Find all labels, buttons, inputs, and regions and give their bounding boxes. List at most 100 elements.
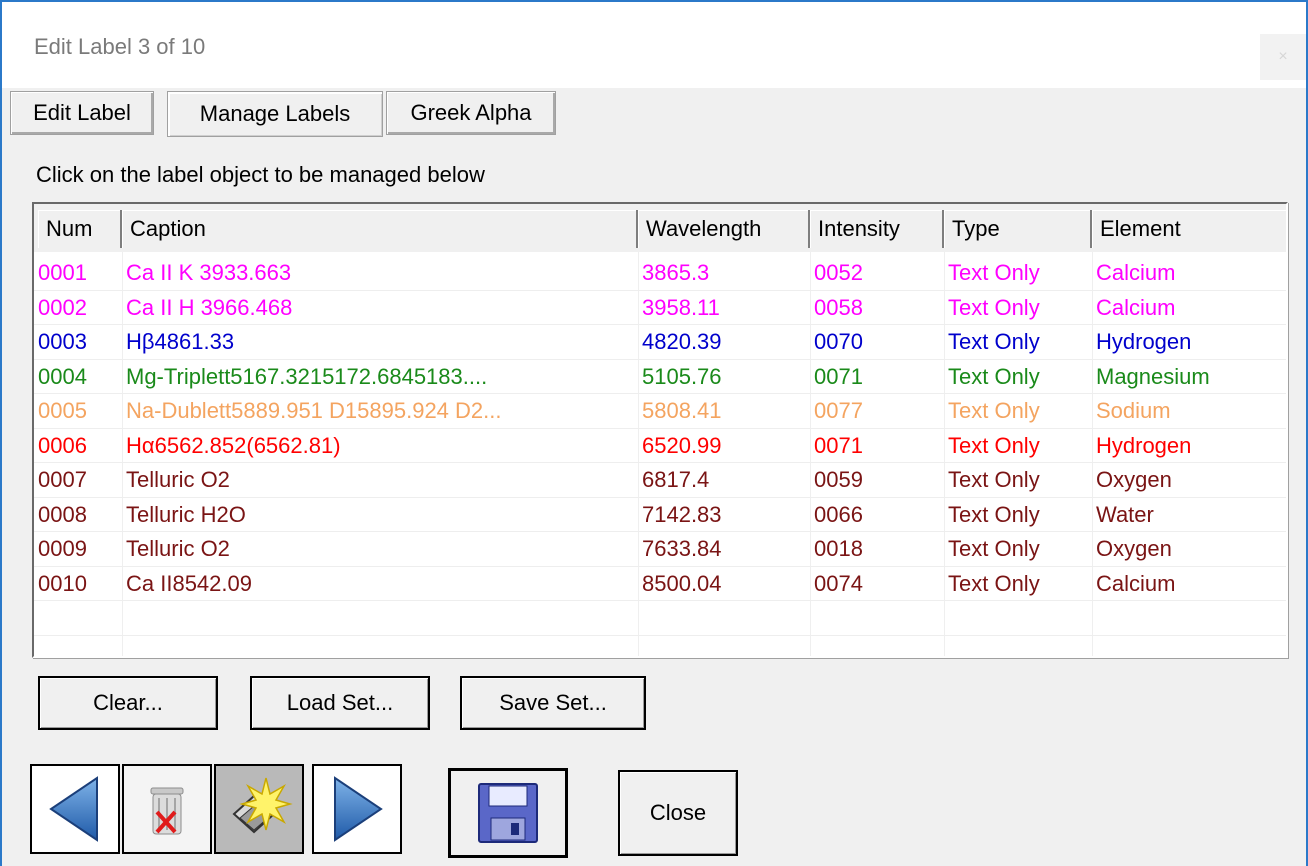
column-header-intensity[interactable]: Intensity: [810, 210, 944, 248]
trash-icon: [150, 787, 184, 835]
cell-intensity: 0070: [814, 329, 863, 354]
cell-caption: Hβ4861.33: [126, 329, 235, 354]
tab-greek-alpha[interactable]: Greek Alpha: [386, 91, 556, 135]
save-labels-button[interactable]: [448, 768, 568, 858]
cell-wavelength: 3958.11: [642, 294, 720, 320]
cell-num: 0003: [38, 329, 87, 354]
next-label-button[interactable]: [312, 764, 402, 854]
table-header: Num Caption Wavelength Intensity Type El…: [34, 204, 1286, 252]
cell-num: 0006: [38, 432, 87, 458]
cell-intensity: 0059: [814, 467, 863, 492]
table-row[interactable]: 0006 Hα6562.852(6562.81) 6520.99 0071 Text O…: [34, 429, 1286, 463]
cell-wavelength: 5105.76: [642, 363, 722, 389]
new-label-button[interactable]: [214, 764, 304, 854]
star-burst-icon: [232, 777, 293, 834]
table-row-empty: [34, 636, 1286, 657]
cell-num: 0010: [38, 570, 87, 596]
cell-num: 0007: [38, 467, 87, 492]
cell-wavelength: 3865.3: [642, 260, 710, 285]
cell-caption: Telluric H2O: [126, 501, 246, 527]
cell-intensity: 0074: [814, 570, 863, 596]
cell-element: Sodium: [1096, 398, 1171, 423]
cell-num: 0004: [38, 363, 87, 389]
close-button[interactable]: Close: [618, 770, 738, 856]
cell-type: Text Only: [948, 536, 1040, 561]
cell-caption: Telluric O2: [126, 536, 230, 561]
table-row[interactable]: 0001 Ca II K 3933.663 3865.3 0052 Text Only C…: [34, 256, 1286, 291]
cell-caption: Ca II H 3966.468: [126, 294, 293, 320]
cell-element: Hydrogen: [1096, 329, 1192, 354]
arrow-right-icon: [334, 776, 383, 842]
cell-caption: Hα6562.852(6562.81): [126, 432, 341, 458]
table-row[interactable]: 0009 Telluric O2 7633.84 0018 Text Only Oxyge…: [34, 532, 1286, 567]
cell-intensity: 0052: [814, 260, 863, 285]
floppy-disk-icon: [478, 783, 538, 843]
table-row[interactable]: 0007 Telluric O2 6817.4 0059 Text Only Oxygen: [34, 463, 1286, 498]
column-header-caption[interactable]: Caption: [122, 210, 638, 248]
column-header-wavelength[interactable]: Wavelength: [638, 210, 810, 248]
cell-intensity: 0018: [814, 536, 863, 561]
clear-button[interactable]: Clear...: [38, 676, 218, 730]
cell-type: Text Only: [948, 363, 1040, 389]
cell-type: Text Only: [948, 501, 1040, 527]
table-row[interactable]: 0005 Na-Dublett5889.951 D15895.924 D2... 5…: [34, 394, 1286, 429]
table-row[interactable]: 0010 Ca II8542.09 8500.04 0074 Text Only Calc…: [34, 567, 1286, 601]
column-header-num[interactable]: Num: [38, 210, 122, 248]
cell-wavelength: 4820.39: [642, 329, 722, 354]
cell-type: Text Only: [948, 432, 1040, 458]
column-header-element[interactable]: Element: [1092, 210, 1286, 248]
cell-wavelength: 6817.4: [642, 467, 710, 492]
tab-edit-label[interactable]: Edit Label: [10, 91, 154, 135]
cell-type: Text Only: [948, 294, 1040, 320]
cell-num: 0005: [38, 398, 87, 423]
cell-wavelength: 6520.99: [642, 432, 722, 458]
table-row[interactable]: 0003 Hβ4861.33 4820.39 0070 Text Only Hydroge…: [34, 325, 1286, 360]
cell-element: Magnesium: [1096, 363, 1210, 389]
cell-type: Text Only: [948, 329, 1040, 354]
tab-manage-labels[interactable]: Manage Labels: [167, 91, 383, 137]
cell-num: 0009: [38, 536, 87, 561]
cell-element: Calcium: [1096, 260, 1176, 285]
instruction-text: Click on the label object to be managed …: [36, 162, 485, 187]
cell-wavelength: 7633.84: [642, 536, 722, 561]
cell-type: Text Only: [948, 570, 1040, 596]
cell-wavelength: 7142.83: [642, 501, 722, 527]
cell-type: Text Only: [948, 260, 1040, 285]
table-row[interactable]: 0002 Ca II H 3966.468 3958.11 0058 Text Only…: [34, 291, 1286, 325]
cell-num: 0008: [38, 501, 87, 527]
cell-wavelength: 5808.41: [642, 398, 722, 423]
save-set-button[interactable]: Save Set...: [460, 676, 646, 730]
title-bar: Edit Label 3 of 10 ×: [2, 2, 1306, 88]
cell-type: Text Only: [948, 398, 1040, 423]
arrow-left-icon: [49, 776, 98, 842]
close-window-button[interactable]: ×: [1260, 34, 1306, 80]
previous-label-button[interactable]: [30, 764, 120, 854]
table-row-empty: [34, 601, 1286, 636]
cell-caption: Na-Dublett5889.951 D15895.924 D2...: [126, 398, 502, 423]
table-row[interactable]: 0008 Telluric H2O 7142.83 0066 Text Only Wate…: [34, 498, 1286, 532]
cell-caption: Mg-Triplett5167.3215172.6845183....: [126, 363, 488, 389]
cell-num: 0001: [38, 260, 87, 285]
cell-caption: Telluric O2: [126, 467, 230, 492]
cell-wavelength: 8500.04: [642, 570, 722, 596]
delete-label-button[interactable]: [122, 764, 212, 854]
cell-element: Hydrogen: [1096, 432, 1192, 458]
cell-element: Calcium: [1096, 570, 1176, 596]
labels-table[interactable]: Num Caption Wavelength Intensity Type El…: [32, 202, 1288, 658]
cell-intensity: 0066: [814, 501, 863, 527]
window-title: Edit Label 3 of 10: [34, 34, 206, 59]
cell-element: Water: [1096, 501, 1154, 527]
cell-type: Text Only: [948, 467, 1040, 492]
column-header-type[interactable]: Type: [944, 210, 1092, 248]
cell-intensity: 0077: [814, 398, 863, 423]
load-set-button[interactable]: Load Set...: [250, 676, 430, 730]
cell-element: Oxygen: [1096, 536, 1172, 561]
table-row[interactable]: 0004 Mg-Triplett5167.3215172.6845183.... 5…: [34, 360, 1286, 394]
cell-intensity: 0071: [814, 363, 863, 389]
cell-caption: Ca II8542.09: [126, 570, 252, 596]
cell-element: Calcium: [1096, 294, 1176, 320]
cell-intensity: 0058: [814, 294, 863, 320]
edit-label-dialog: Edit Label 3 of 10 × Edit Label Manage L…: [0, 0, 1308, 866]
cell-caption: Ca II K 3933.663: [126, 260, 292, 285]
cell-num: 0002: [38, 294, 87, 320]
